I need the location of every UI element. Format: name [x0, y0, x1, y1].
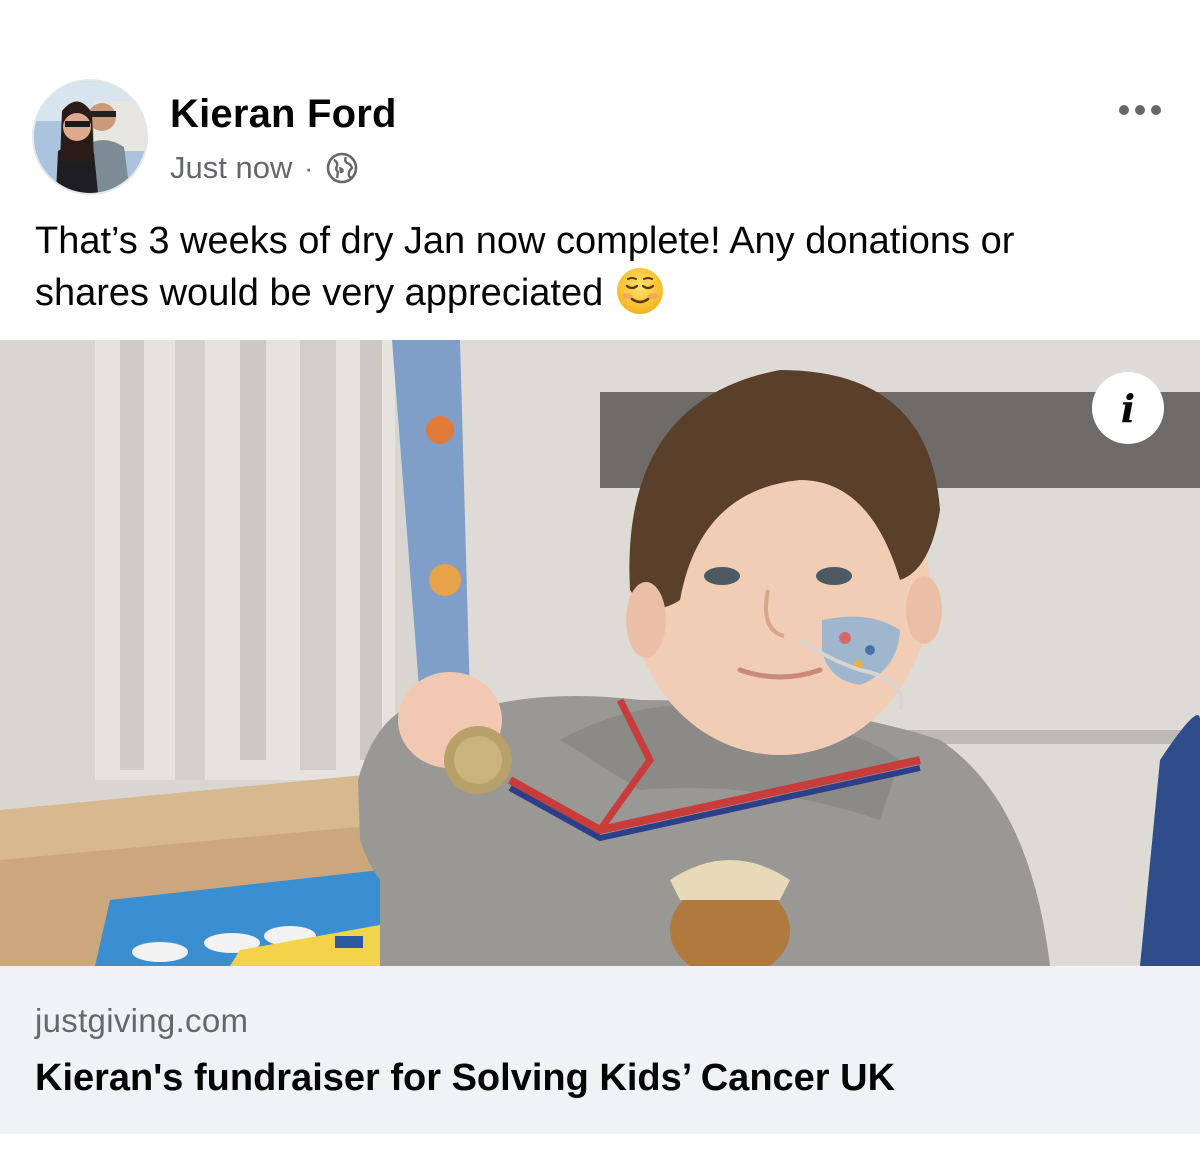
image-info-button[interactable]: i [1092, 372, 1164, 444]
post-text-line: shares would be very appreciated [35, 272, 604, 314]
more-dot [1151, 105, 1161, 115]
more-options-button[interactable] [1110, 92, 1170, 128]
post-text: That’s 3 weeks of dry Jan now complete! … [35, 215, 1175, 320]
link-title[interactable]: Kieran's fundraiser for Solving Kids’ Ca… [35, 1057, 895, 1100]
info-icon: i [1120, 385, 1136, 431]
link-preview-image[interactable] [0, 340, 1200, 966]
link-preview-card[interactable] [0, 966, 1200, 1134]
facebook-post: Kieran Ford Just now · That’s 3 weeks of… [0, 0, 1200, 1151]
globe-icon[interactable] [325, 151, 359, 185]
author-name[interactable]: Kieran Ford [170, 92, 397, 137]
post-timestamp[interactable]: Just now [170, 150, 292, 186]
smiling-face-emoji-icon [615, 266, 665, 316]
post-meta: Just now · [170, 148, 359, 188]
link-domain[interactable]: justgiving.com [35, 1002, 248, 1040]
author-avatar[interactable] [34, 81, 146, 193]
post-text-line: That’s 3 weeks of dry Jan now complete! … [35, 220, 1015, 262]
meta-separator: · [304, 152, 314, 183]
more-horizontal-icon [1119, 105, 1129, 115]
more-dot [1135, 105, 1145, 115]
post-text-line-2: shares would be very appreciated [35, 267, 1175, 320]
